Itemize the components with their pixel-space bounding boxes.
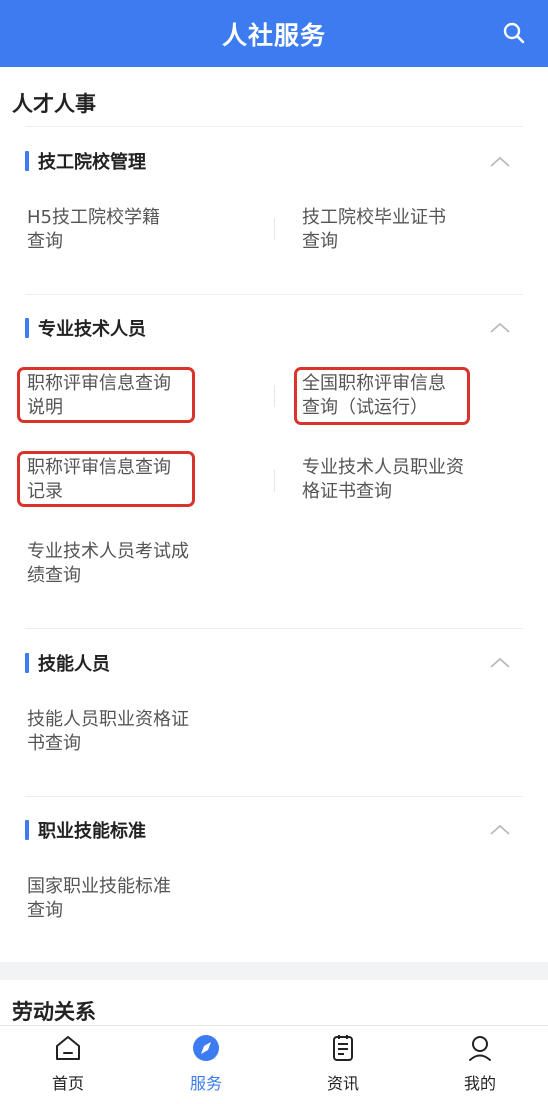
item-line: 专业技术人员考试成 xyxy=(27,541,189,562)
chevron-up-icon[interactable] xyxy=(489,656,511,668)
item-line: 书查询 xyxy=(27,733,81,754)
item-line: 职称评审信息查询 xyxy=(27,373,171,394)
item-line: 国家职业技能标准 xyxy=(27,876,171,897)
tab-services[interactable]: 服务 xyxy=(156,1026,256,1104)
item-line: 技能人员职业资格证 xyxy=(27,709,189,730)
section-marker xyxy=(25,820,29,840)
tab-label: 首页 xyxy=(51,1074,84,1093)
section-title-professional-tech[interactable]: 专业技术人员 xyxy=(25,315,146,341)
chevron-up-icon[interactable] xyxy=(489,155,511,167)
page-title: 人社服务 xyxy=(221,20,326,50)
news-icon xyxy=(333,1035,353,1061)
item-line: 查询 xyxy=(302,231,338,252)
divider xyxy=(25,628,523,629)
service-item[interactable]: 国家职业技能标准 查询 xyxy=(27,875,227,923)
item-line: 记录 xyxy=(27,481,63,502)
service-item[interactable]: 技能人员职业资格证 书查询 xyxy=(27,708,247,756)
tab-home[interactable]: 首页 xyxy=(18,1026,118,1104)
section-marker xyxy=(25,653,29,673)
section-marker xyxy=(25,318,29,338)
item-line: 职称评审信息查询 xyxy=(27,457,171,478)
tab-label: 服务 xyxy=(189,1074,222,1093)
user-icon xyxy=(469,1036,491,1061)
item-line: H5技工院校学籍 xyxy=(27,207,160,228)
section-title-text: 专业技术人员 xyxy=(38,319,146,340)
search-icon[interactable] xyxy=(502,21,526,45)
chevron-up-icon[interactable] xyxy=(489,321,511,333)
section-title-technical-schools[interactable]: 技工院校管理 xyxy=(25,148,146,174)
item-line: 专业技术人员职业资 xyxy=(302,457,464,478)
divider xyxy=(25,796,523,797)
compass-icon xyxy=(193,1035,219,1061)
column-separator xyxy=(274,385,275,407)
service-item[interactable]: H5技工院校学籍 查询 xyxy=(27,206,227,254)
item-line: 格证书查询 xyxy=(302,481,392,502)
section-title-text: 职业技能标准 xyxy=(38,821,146,842)
item-line: 查询 xyxy=(27,900,63,921)
category-title-labor: 劳动关系 xyxy=(12,1000,96,1024)
column-separator xyxy=(274,218,275,240)
service-item[interactable]: 职称评审信息查询 记录 xyxy=(27,456,227,504)
section-title-skilled[interactable]: 技能人员 xyxy=(25,650,110,676)
item-line: 全国职称评审信息 xyxy=(302,373,446,394)
app-header: 人社服务 xyxy=(0,0,548,67)
item-line: 绩查询 xyxy=(27,565,81,586)
chevron-up-icon[interactable] xyxy=(489,823,511,835)
column-separator xyxy=(274,470,275,492)
section-title-skill-standards[interactable]: 职业技能标准 xyxy=(25,817,146,843)
tab-label: 资讯 xyxy=(326,1074,359,1093)
item-line: 说明 xyxy=(27,397,63,418)
home-icon xyxy=(56,1036,80,1060)
item-line: 技工院校毕业证书 xyxy=(302,207,446,228)
tab-profile[interactable]: 我的 xyxy=(430,1026,530,1104)
tab-label: 我的 xyxy=(463,1074,496,1093)
item-line: 查询（试运行） xyxy=(302,397,428,418)
service-item[interactable]: 专业技术人员考试成 绩查询 xyxy=(27,540,247,588)
tab-news[interactable]: 资讯 xyxy=(293,1026,393,1104)
item-line: 查询 xyxy=(27,231,63,252)
divider xyxy=(25,294,523,295)
bottom-tab-bar: 首页 服务 资讯 我的 xyxy=(0,1025,548,1104)
service-item[interactable]: 职称评审信息查询 说明 xyxy=(27,372,227,420)
divider xyxy=(25,126,523,127)
service-item[interactable]: 专业技术人员职业资 格证书查询 xyxy=(302,456,522,504)
service-item[interactable]: 全国职称评审信息 查询（试运行） xyxy=(302,372,502,420)
section-marker xyxy=(25,151,29,171)
service-item[interactable]: 技工院校毕业证书 查询 xyxy=(302,206,502,254)
category-title-talent: 人才人事 xyxy=(12,92,96,116)
section-title-text: 技能人员 xyxy=(38,654,110,675)
section-title-text: 技工院校管理 xyxy=(38,152,146,173)
section-gap xyxy=(0,962,548,980)
